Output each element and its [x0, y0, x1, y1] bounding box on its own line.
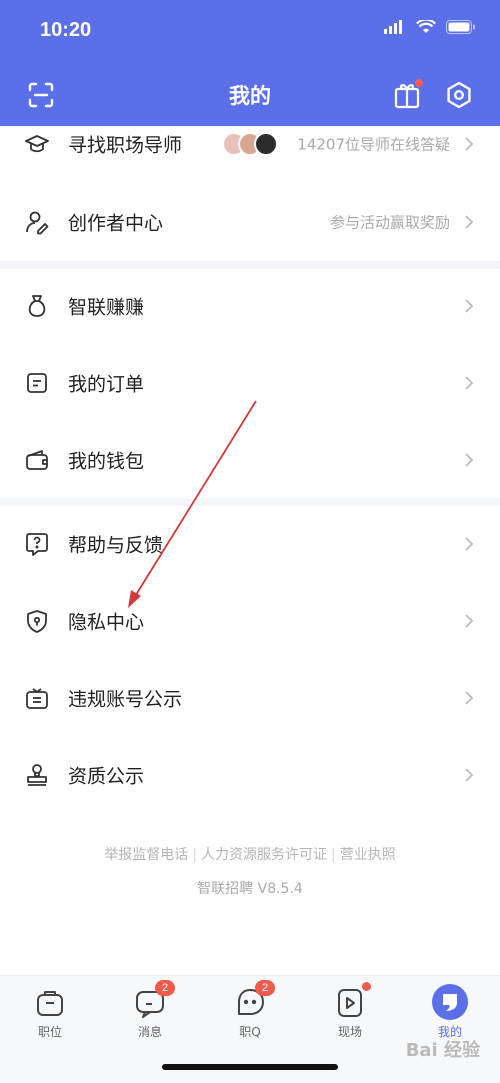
row-my-wallet[interactable]: 我的钱包: [0, 422, 500, 498]
briefcase-icon: [37, 991, 63, 1016]
chevron-right-icon: [465, 299, 474, 313]
row-label: 资质公示: [68, 765, 145, 788]
row-help-feedback[interactable]: 帮助与反馈: [0, 506, 500, 582]
wallet-icon: [26, 450, 48, 470]
link-separator: |: [192, 847, 197, 863]
tab-mine[interactable]: 我的: [400, 984, 500, 1040]
battery-icon: [446, 20, 475, 34]
creator-icon: [26, 211, 49, 235]
row-qualifications[interactable]: 资质公示: [0, 737, 500, 813]
tab-label: 现场: [337, 1025, 362, 1039]
status-icons: [384, 20, 476, 34]
tab-label: 消息: [137, 1025, 162, 1039]
row-creator-center[interactable]: 创作者中心 参与活动赢取奖励: [0, 184, 500, 260]
row-label: 创作者中心: [68, 212, 164, 235]
report-phone-link[interactable]: 举报监督电话: [104, 847, 188, 863]
row-label: 我的钱包: [68, 450, 145, 473]
hr-license-link[interactable]: 人力资源服务许可证: [201, 847, 327, 863]
unread-badge: 2: [155, 980, 175, 996]
business-license-link[interactable]: 营业执照: [340, 847, 396, 863]
row-subtitle: 参与活动赢取奖励: [329, 213, 450, 232]
chevron-right-icon: [465, 137, 474, 151]
row-find-mentor[interactable]: 寻找职场导师 14207位导师在线答疑: [0, 106, 500, 182]
row-label: 违规账号公示: [68, 688, 183, 711]
chevron-right-icon: [465, 215, 474, 229]
profile-active-icon: [432, 984, 468, 1020]
unread-badge: 2: [255, 980, 275, 996]
mentor-avatars: [222, 132, 278, 156]
shield-icon: [27, 610, 47, 633]
wifi-icon: [416, 20, 436, 33]
tab-jobs[interactable]: 职位: [0, 986, 100, 1040]
tab-zhiq[interactable]: 2 职Q: [200, 980, 300, 1040]
footer-links: 举报监督电话 | 人力资源服务许可证 | 营业执照: [0, 844, 500, 864]
row-my-orders[interactable]: 我的订单: [0, 345, 500, 421]
row-zhilian-earn[interactable]: 智联赚赚: [0, 268, 500, 344]
chevron-right-icon: [465, 537, 474, 551]
row-violation-accounts[interactable]: 违规账号公示: [0, 660, 500, 736]
avatar: [254, 132, 278, 156]
row-subtitle: 14207位导师在线答疑: [297, 135, 450, 154]
signal-icon: [384, 20, 402, 34]
chevron-right-icon: [465, 614, 474, 628]
chevron-right-icon: [465, 376, 474, 390]
chevron-right-icon: [465, 453, 474, 467]
link-separator: |: [331, 847, 336, 863]
app-version: 智联招聘 V8.5.4: [197, 881, 303, 897]
chevron-right-icon: [465, 691, 474, 705]
tab-label: 职Q: [239, 1025, 261, 1039]
graduation-cap-icon: [25, 135, 49, 153]
row-label: 寻找职场导师: [68, 134, 183, 157]
help-icon: [26, 533, 48, 556]
row-label: 智联赚赚: [68, 296, 145, 319]
status-time: 10:20: [40, 19, 92, 41]
stamp-icon: [27, 764, 47, 786]
row-label: 我的订单: [68, 373, 145, 396]
announcement-icon: [26, 688, 48, 709]
home-indicator: [162, 1064, 338, 1070]
tab-live[interactable]: 现场: [300, 982, 400, 1040]
row-label: 隐私中心: [68, 611, 145, 634]
row-label: 帮助与反馈: [68, 534, 164, 557]
tab-messages[interactable]: 2 消息: [100, 980, 200, 1040]
tab-label: 职位: [37, 1025, 62, 1039]
section-divider: [0, 498, 500, 506]
notification-dot: [414, 78, 424, 88]
live-play-icon: [338, 989, 362, 1017]
order-icon: [27, 373, 47, 393]
chevron-right-icon: [465, 768, 474, 782]
watermark: Bai 经验: [405, 1040, 480, 1061]
row-privacy-center[interactable]: 隐私中心: [0, 583, 500, 659]
money-bag-icon: [28, 295, 46, 317]
notification-dot: [362, 982, 371, 991]
